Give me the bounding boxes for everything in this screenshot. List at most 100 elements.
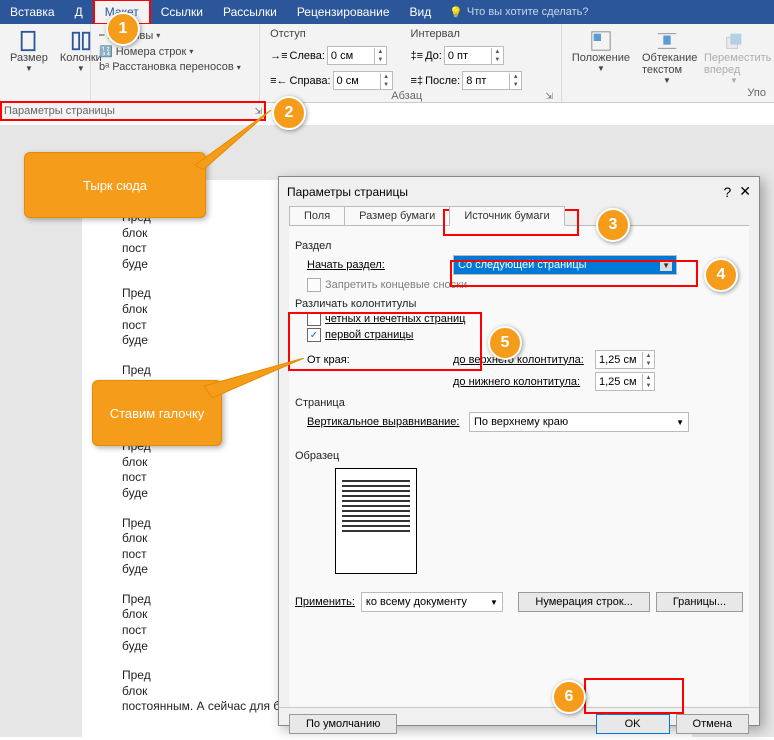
doc-text: пост [122,241,147,255]
wrap-button[interactable]: Обтекание текстом ▼ [638,28,696,87]
suppress-endnotes-checkbox: Запретить концевые сноски [307,278,743,292]
move-fwd-button[interactable]: Переместить вперед ▼ [700,28,768,87]
cancel-button[interactable]: Отмена [676,714,749,734]
headers-group-label: Различать колонтитулы [295,298,743,310]
hyphenation-label: Расстановка переносов [112,61,233,73]
chevron-down-icon: ▼ [660,260,672,271]
odd-even-label: четных и нечетных страниц [325,313,465,325]
tab-margins[interactable]: Поля [289,206,345,226]
tell-me-text: Что вы хотите сделать? [467,6,589,18]
tab-review[interactable]: Рецензирование [287,1,400,23]
tab-paper-size[interactable]: Размер бумаги [344,206,450,226]
tab-references[interactable]: Ссылки [151,1,213,23]
badge-1: 1 [106,12,140,46]
chevron-down-icon: ▾ [237,63,241,72]
page-group-label: Страница [295,397,743,409]
doc-text: Пред [122,668,151,682]
page-params-group-title[interactable]: Параметры страницы ⇲ [0,101,266,121]
apply-value: ко всему документу [366,596,467,608]
tab-view[interactable]: Вид [400,1,442,23]
default-button[interactable]: По умолчанию [289,714,397,734]
section-group-label: Раздел [295,240,743,252]
first-page-label: первой страницы [325,329,413,341]
chevron-down-icon: ▼ [77,64,85,73]
doc-text: блок [122,684,147,698]
doc-text: блок [122,302,147,316]
first-page-checkbox[interactable]: ✓ первой страницы [307,328,743,342]
line-numbers-button[interactable]: 🔢Номера строк ▾ [97,44,243,59]
borders-dlg-button[interactable]: Границы... [656,592,743,612]
hyphenation-button[interactable]: bᵃРасстановка переносов ▾ [97,60,243,74]
doc-text: блок [122,531,147,545]
spacing-after-icon: ≡‡ [411,75,424,87]
callout-text: Тырк сюда [83,178,147,193]
dialog-tabs: Поля Размер бумаги Источник бумаги [289,206,749,226]
ok-button[interactable]: OK [596,714,670,734]
interval-before-label: До: [425,50,442,62]
doc-text: буде [122,486,148,500]
tab-insert[interactable]: Вставка [0,1,65,23]
spacing-before-input[interactable]: ▲▼ [444,46,504,65]
tell-me[interactable]: 💡 Что вы хотите сделать? [449,6,588,19]
header-dist-input[interactable]: ▲▼ [595,350,655,369]
chevron-down-icon: ▼ [597,64,605,73]
doc-text: Пред [122,286,151,300]
doc-text: пост [122,318,147,332]
move-label: Переместить вперед [704,52,764,76]
indent-right-label: Справа: [290,75,331,87]
indent-title: Отступ [270,28,392,40]
chevron-down-icon: ▼ [25,64,33,73]
badge-4: 4 [704,258,738,292]
doc-text: блок [122,226,147,240]
position-button[interactable]: Положение ▼ [568,28,634,75]
footer-dist-input[interactable]: ▲▼ [595,372,655,391]
size-button[interactable]: Размер ▼ [6,28,52,75]
badge-5: 5 [488,326,522,360]
chevron-down-icon: ▾ [189,47,193,56]
help-icon[interactable]: ? [723,184,731,200]
interval-after-label: После: [425,75,460,87]
apply-select[interactable]: ко всему документу ▼ [361,592,503,612]
chevron-down-icon: ▼ [730,76,738,85]
indent-right-icon: ≡← [270,75,287,87]
callout-text: Ставим галочку [110,406,205,421]
badge-6: 6 [552,680,586,714]
hyphen-icon: bᵃ [99,61,109,73]
dialog-title-text: Параметры страницы [287,185,408,199]
badge-2: 2 [272,96,306,130]
odd-even-checkbox[interactable]: четных и нечетных страниц [307,312,743,326]
paragraph-group-title: Абзац [268,90,545,102]
interval-title: Интервал [411,28,523,40]
valign-label: Вертикальное выравнивание: [307,416,463,428]
doc-text: Пред [122,363,151,377]
doc-text: пост [122,623,147,637]
badge-3: 3 [596,208,630,242]
close-icon[interactable]: ✕ [739,183,751,200]
apply-label: Применить: [295,596,355,608]
paragraph-launcher[interactable]: ⇲ [545,91,553,102]
header-dist-label: до верхнего колонтитула: [453,354,589,366]
line-numbers-dlg-button[interactable]: Нумерация строк... [518,592,649,612]
start-section-label: Начать раздел: [307,259,447,271]
page-params-label: Параметры страницы [4,105,115,117]
preview-page [335,468,417,574]
page-setup-dialog: Параметры страницы ? ✕ Поля Размер бумаг… [278,176,760,726]
numbers-icon: 🔢 [99,45,113,58]
tab-design[interactable]: Д [65,1,93,23]
checkbox-icon [307,312,321,326]
indent-right-input[interactable]: ▲▼ [333,71,393,90]
lightbulb-icon: 💡 [449,6,463,19]
indent-left-input[interactable]: ▲▼ [327,46,387,65]
spacing-after-input[interactable]: ▲▼ [462,71,522,90]
spacing-before-icon: ‡≡ [411,50,424,62]
tab-paper-source[interactable]: Источник бумаги [449,206,564,226]
valign-select[interactable]: По верхнему краю ▼ [469,412,689,432]
chevron-down-icon: ▼ [676,418,684,427]
doc-text: блок [122,607,147,621]
footer-dist-label: до нижнего колонтитула: [453,376,589,388]
line-numbers-label: Номера строк [116,46,187,58]
doc-text: блок [122,455,147,469]
tab-mailings[interactable]: Рассылки [213,1,287,23]
page-params-launcher[interactable]: ⇲ [254,106,262,117]
start-section-select[interactable]: Со следующей страницы ▼ [453,255,677,275]
